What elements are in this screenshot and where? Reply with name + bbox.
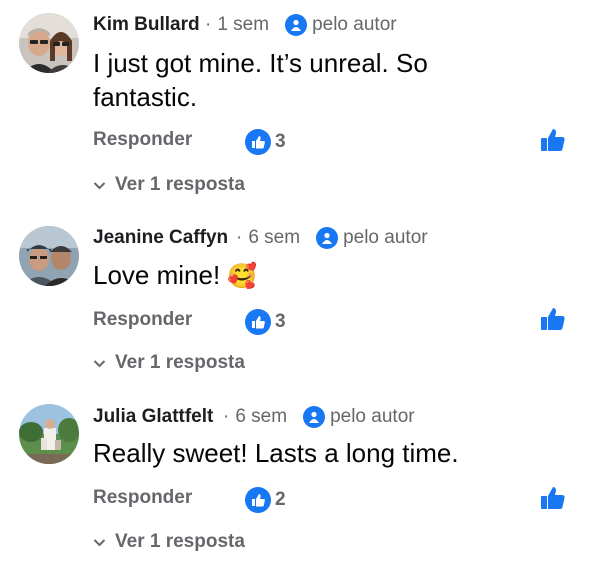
- badge-label: pelo autor: [343, 227, 428, 248]
- comment-text: I just got mine. It’s unreal. So fantast…: [93, 48, 428, 112]
- comment-text: Love mine! 🥰: [93, 258, 533, 294]
- reaction-summary[interactable]: 3: [245, 129, 286, 155]
- comment-meta: · 1 sem pelo autor: [205, 14, 397, 36]
- thumbs-up-icon: [541, 487, 565, 509]
- view-replies-button[interactable]: Ver 1 resposta: [93, 531, 245, 553]
- reaction-count: 2: [275, 489, 286, 510]
- thumbs-up-icon: [541, 308, 565, 330]
- author-badge: pelo autor: [316, 227, 428, 249]
- pen-badge-icon: [303, 406, 326, 428]
- smiling-face-with-hearts-emoji: 🥰: [227, 263, 258, 290]
- badge-label: pelo autor: [330, 406, 415, 427]
- reaction-summary[interactable]: 3: [245, 309, 286, 335]
- reaction-summary[interactable]: 2: [245, 487, 286, 513]
- comment-text-content: Love mine!: [93, 260, 221, 290]
- comment-text: Really sweet! Lasts a long time.: [93, 438, 459, 468]
- timestamp[interactable]: 6 sem: [235, 406, 287, 428]
- badge-label: pelo autor: [312, 14, 397, 35]
- author-name[interactable]: Julia Glattfelt: [93, 406, 213, 428]
- chevron-down-icon: [93, 531, 106, 553]
- reaction-count: 3: [275, 311, 286, 332]
- view-replies-label: Ver 1 resposta: [115, 352, 245, 373]
- thumbs-up-icon: [245, 129, 271, 155]
- view-replies-label: Ver 1 resposta: [115, 531, 245, 552]
- avatar[interactable]: [19, 13, 79, 73]
- author-name[interactable]: Jeanine Caffyn: [93, 227, 228, 249]
- reaction-count: 3: [275, 131, 286, 152]
- like-button[interactable]: [540, 306, 566, 332]
- thumbs-up-icon: [245, 309, 271, 335]
- avatar[interactable]: [19, 226, 79, 286]
- separator-dot: ·: [205, 14, 212, 35]
- author-name[interactable]: Kim Bullard: [93, 14, 200, 36]
- pen-badge-icon: [316, 227, 339, 249]
- author-badge: pelo autor: [285, 14, 397, 36]
- view-replies-button[interactable]: Ver 1 resposta: [93, 352, 245, 374]
- view-replies-button[interactable]: Ver 1 resposta: [93, 174, 245, 196]
- like-button[interactable]: [540, 127, 566, 153]
- reply-button[interactable]: Responder: [93, 309, 192, 331]
- timestamp[interactable]: 6 sem: [248, 227, 300, 249]
- like-button[interactable]: [540, 485, 566, 511]
- comment-meta: · 6 sem pelo autor: [236, 227, 428, 249]
- separator-dot: ·: [223, 406, 230, 427]
- author-badge: pelo autor: [303, 406, 415, 428]
- avatar[interactable]: [19, 404, 79, 464]
- timestamp[interactable]: 1 sem: [217, 14, 269, 36]
- view-replies-label: Ver 1 resposta: [115, 174, 245, 195]
- thumbs-up-icon: [541, 129, 565, 151]
- reply-button[interactable]: Responder: [93, 487, 192, 509]
- pen-badge-icon: [285, 14, 308, 36]
- thumbs-up-icon: [245, 487, 271, 513]
- reply-button[interactable]: Responder: [93, 129, 192, 151]
- comment-meta: · 6 sem pelo autor: [223, 406, 415, 428]
- separator-dot: ·: [236, 227, 243, 248]
- chevron-down-icon: [93, 352, 106, 374]
- chevron-down-icon: [93, 174, 106, 196]
